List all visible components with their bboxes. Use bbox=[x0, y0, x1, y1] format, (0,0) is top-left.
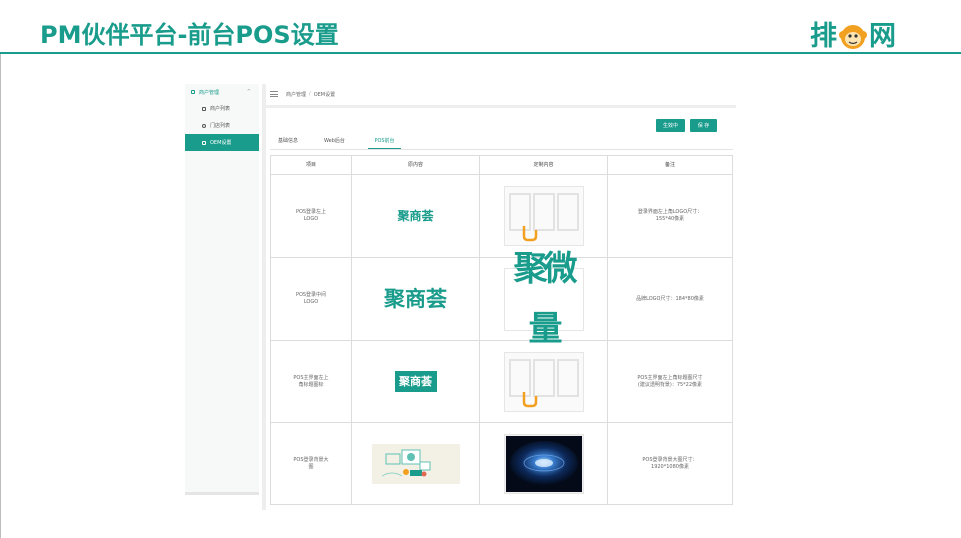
column-header-custom: 定制内容 bbox=[480, 156, 608, 174]
original-title-icon: 聚商荟 bbox=[394, 371, 437, 392]
note-text-line: (建议透明背景)：75*22像素 bbox=[637, 381, 703, 388]
custom-image-upload[interactable] bbox=[503, 351, 584, 412]
brand-logo: 排 网 bbox=[810, 20, 896, 54]
note-text-line: 品牌LOGO尺寸：184*80像素 bbox=[636, 295, 704, 302]
original-logo-large: 聚商荟 bbox=[384, 286, 447, 311]
store-icon bbox=[202, 106, 206, 111]
topbar-divider bbox=[266, 105, 736, 108]
tab-basic-info[interactable]: 基础信息 bbox=[278, 137, 298, 149]
logo-text-right: 网 bbox=[869, 21, 896, 52]
breadcrumb-separator: / bbox=[309, 91, 311, 97]
custom-logo-placeholder-icon bbox=[508, 193, 579, 242]
table-row: POS登录左上 LOGO 聚商荟 登录界面左上角LOGO尺寸： 155*40像素 bbox=[271, 175, 732, 258]
item-cell: POS登录中间 LOGO bbox=[271, 258, 352, 340]
top-bar: 商户管理 / OEM设置 bbox=[266, 84, 736, 104]
settings-icon bbox=[202, 140, 206, 145]
slide-left-border bbox=[0, 54, 1, 538]
custom-cell bbox=[480, 341, 608, 422]
table-row: POS登录中间 LOGO 聚商荟 聚微量 品牌LOGO尺寸：184*80像素 bbox=[271, 249, 732, 349]
sidebar-item-merchant-list[interactable]: 商户列表 bbox=[185, 100, 259, 117]
tab-web-backend[interactable]: Web后台 bbox=[324, 137, 345, 149]
sidebar-item-shop-list[interactable]: 门店列表 bbox=[185, 117, 259, 134]
original-cell bbox=[352, 423, 480, 504]
menu-toggle-icon[interactable] bbox=[270, 91, 278, 97]
item-cell: POS登录背景大图 bbox=[271, 423, 352, 504]
chevron-up-icon[interactable]: ^ bbox=[247, 89, 251, 95]
column-header-original: 原内容 bbox=[352, 156, 480, 174]
sidebar-item-label: OEM设置 bbox=[210, 140, 232, 146]
custom-logo-placeholder-icon bbox=[508, 358, 579, 407]
item-text-line: 图 bbox=[308, 463, 314, 470]
original-cell: 聚商荟 bbox=[352, 175, 480, 257]
note-text-line: POS登录背景大图尺寸： bbox=[642, 456, 698, 463]
item-cell: POS登录左上 LOGO bbox=[271, 175, 352, 257]
item-text-line: POS登录左上 bbox=[295, 209, 327, 215]
item-text-line: POS主界面左上 bbox=[293, 374, 329, 381]
note-cell: POS主界面左上角标题图尺寸 (建议透明背景)：75*22像素 bbox=[608, 341, 732, 422]
note-text-line: 登录界面左上角LOGO尺寸： bbox=[637, 209, 703, 215]
custom-cell: 聚微量 bbox=[480, 249, 608, 349]
original-background-illustration bbox=[371, 443, 460, 484]
sidebar: 商户管理 ^ 商户列表 门店列表 OEM设置 bbox=[185, 84, 259, 494]
apply-button[interactable]: 生效中 bbox=[656, 119, 685, 132]
column-header-note: 备注 bbox=[664, 161, 675, 168]
breadcrumb-current: OEM设置 bbox=[313, 91, 336, 98]
sidebar-group-label: 商户管理 bbox=[199, 89, 220, 96]
custom-image-upload[interactable] bbox=[503, 433, 584, 494]
logo-text-left: 排 bbox=[810, 21, 837, 52]
oem-settings-table: 项目 原内容 定制内容 备注 POS登录左上 LOGO 聚商荟 登录界面左上角LO… bbox=[270, 155, 733, 505]
item-cell: POS主界面左上 角标题图标 bbox=[271, 341, 352, 422]
table-row: POS登录背景大图 POS登录背景大图尺寸： 1920*1080像素 bbox=[271, 423, 732, 504]
save-button[interactable]: 保 存 bbox=[690, 119, 717, 132]
item-text-line: POS登录背景大 bbox=[293, 456, 329, 463]
note-cell: POS登录背景大图尺寸： 1920*1080像素 bbox=[608, 423, 732, 504]
panel-divider bbox=[262, 84, 266, 510]
tab-pos-frontend[interactable]: POS前台 bbox=[368, 137, 401, 149]
custom-image-upload[interactable] bbox=[503, 186, 584, 246]
item-text-line: LOGO bbox=[303, 299, 319, 305]
item-text-line: 角标题图标 bbox=[298, 381, 324, 388]
slide-title: PM伙伴平台-前台POS设置 bbox=[40, 21, 339, 49]
sidebar-group-merchant[interactable]: 商户管理 ^ bbox=[185, 84, 259, 100]
item-text-line: LOGO bbox=[303, 216, 319, 222]
original-cell: 聚商荟 bbox=[352, 258, 480, 340]
shop-icon bbox=[202, 123, 206, 128]
grid-icon bbox=[191, 90, 195, 94]
custom-image-upload[interactable]: 聚微量 bbox=[503, 249, 584, 349]
table-row: POS主界面左上 角标题图标 聚商荟 POS主界面左上角标题图尺寸 (建议透明背景)… bbox=[271, 341, 732, 423]
breadcrumb-root[interactable]: 商户管理 bbox=[286, 91, 306, 98]
table-header-row: 项目 原内容 定制内容 备注 bbox=[271, 156, 732, 175]
sidebar-item-oem-settings[interactable]: OEM设置 bbox=[185, 134, 259, 151]
sidebar-scrollbar[interactable] bbox=[185, 492, 259, 495]
monkey-mascot-icon bbox=[839, 25, 867, 49]
tab-bar: 基础信息 Web后台 POS前台 bbox=[270, 134, 733, 150]
note-text-line: POS主界面左上角标题图尺寸 bbox=[637, 374, 703, 381]
item-text-line: POS登录中间 bbox=[295, 292, 327, 298]
note-text-line: 155*40像素 bbox=[655, 216, 685, 222]
sidebar-item-label: 门店列表 bbox=[210, 123, 231, 129]
note-cell: 品牌LOGO尺寸：184*80像素 bbox=[608, 258, 732, 340]
original-cell: 聚商荟 bbox=[352, 341, 480, 422]
custom-cell bbox=[480, 423, 608, 504]
note-text-line: 1920*1080像素 bbox=[651, 463, 689, 470]
sidebar-item-label: 商户列表 bbox=[210, 106, 231, 112]
column-header-item: 项目 bbox=[271, 156, 352, 174]
original-logo-small: 聚商荟 bbox=[397, 208, 434, 223]
note-cell: 登录界面左上角LOGO尺寸： 155*40像素 bbox=[608, 175, 732, 257]
custom-background-image bbox=[505, 435, 582, 492]
